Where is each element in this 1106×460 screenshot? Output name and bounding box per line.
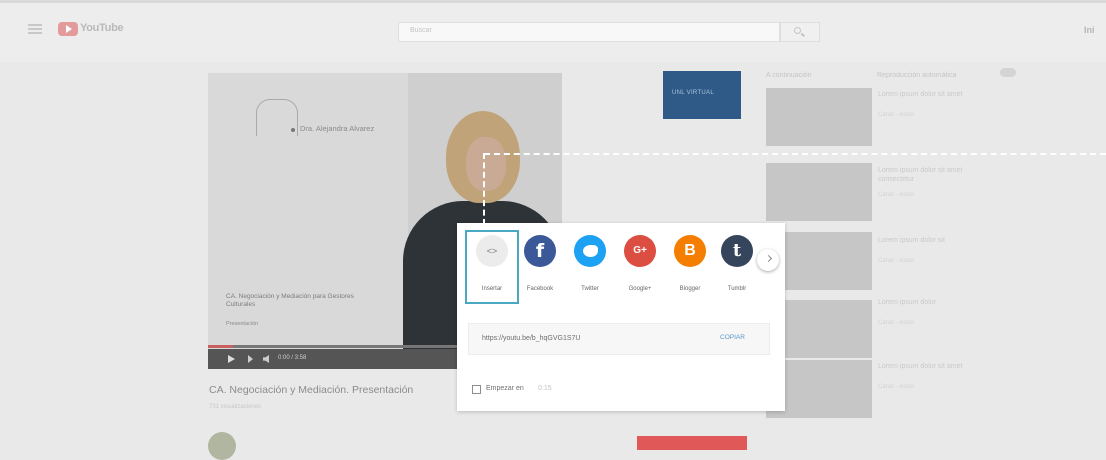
twitter-label: Twitter bbox=[581, 286, 599, 292]
search-icon bbox=[794, 27, 801, 34]
related-thumbnail[interactable] bbox=[766, 163, 872, 221]
autoplay-label: Reproducción automática bbox=[877, 72, 957, 79]
related-title[interactable]: Lorem ipsum dolor sit amet bbox=[878, 90, 998, 99]
google-plus-icon[interactable]: G+ bbox=[624, 235, 656, 267]
play-icon[interactable] bbox=[228, 355, 235, 363]
share-link-url[interactable]: https://youtu.be/b_hqGVG1S7U bbox=[482, 335, 580, 342]
blogger-icon[interactable]: B bbox=[674, 235, 706, 267]
callout-line-horizontal bbox=[484, 153, 1106, 155]
start-at-time[interactable]: 0:15 bbox=[538, 385, 552, 392]
related-title[interactable]: Lorem ipsum dolor sit amet consectetur bbox=[878, 166, 998, 184]
video-bullet bbox=[291, 128, 295, 132]
embed-icon[interactable]: <> bbox=[476, 235, 508, 267]
related-meta: Canal · vistas bbox=[878, 320, 915, 326]
related-meta: Canal · vistas bbox=[878, 384, 915, 390]
related-meta: Canal · vistas bbox=[878, 192, 915, 198]
youtube-logo-icon[interactable] bbox=[58, 22, 78, 36]
related-meta: Canal · vistas bbox=[878, 258, 915, 264]
video-caption-title: CA. Negociación y Mediación para Gestore… bbox=[226, 293, 354, 308]
ad-text: UNL VIRTUAL bbox=[672, 90, 714, 96]
video-presenter-name: Dra. Alejandra Alvarez bbox=[300, 124, 375, 133]
view-count: 731 visualizaciones bbox=[209, 404, 262, 410]
related-title[interactable]: Lorem ipsum dolor sit bbox=[878, 236, 998, 245]
related-title[interactable]: Lorem ipsum dolor bbox=[878, 298, 998, 307]
twitter-bird-icon bbox=[583, 245, 598, 257]
blogger-label: Blogger bbox=[679, 286, 701, 292]
start-at-checkbox[interactable] bbox=[472, 385, 481, 394]
channel-avatar[interactable] bbox=[208, 432, 236, 460]
subscribe-button[interactable] bbox=[637, 436, 747, 450]
search-placeholder: Buscar bbox=[410, 27, 432, 34]
menu-icon[interactable] bbox=[28, 24, 42, 34]
related-meta: Canal · vistas bbox=[878, 112, 915, 118]
search-input[interactable] bbox=[398, 22, 780, 42]
time-display: 0:00 / 3:58 bbox=[278, 355, 307, 361]
youtube-logo-text[interactable]: YouTube bbox=[80, 22, 124, 34]
related-thumbnail[interactable] bbox=[766, 88, 872, 146]
tumblr-label: Tumblr bbox=[727, 286, 747, 292]
callout-line-vertical bbox=[483, 153, 485, 225]
up-next-label: A continuación bbox=[766, 72, 812, 79]
facebook-icon[interactable]: f bbox=[524, 235, 556, 267]
embed-label: Insertar bbox=[481, 286, 503, 292]
google-plus-label: Google+ bbox=[628, 286, 652, 292]
presenter-face bbox=[466, 137, 506, 191]
video-title: CA. Negociación y Mediación. Presentació… bbox=[209, 384, 414, 396]
start-at-label: Empezar en bbox=[486, 385, 524, 392]
related-title[interactable]: Lorem ipsum dolor sit amet bbox=[878, 362, 998, 371]
progress-fill bbox=[208, 345, 233, 348]
facebook-label: Facebook bbox=[526, 286, 554, 292]
autoplay-toggle[interactable] bbox=[1000, 68, 1016, 77]
video-caption-subtitle: Presentación bbox=[226, 321, 259, 327]
copy-button[interactable]: COPIAR bbox=[720, 334, 745, 341]
tumblr-icon[interactable]: t bbox=[721, 235, 753, 267]
twitter-icon[interactable] bbox=[574, 235, 606, 267]
next-icon[interactable] bbox=[248, 355, 253, 363]
sign-in-button[interactable]: Ini bbox=[1084, 25, 1095, 35]
